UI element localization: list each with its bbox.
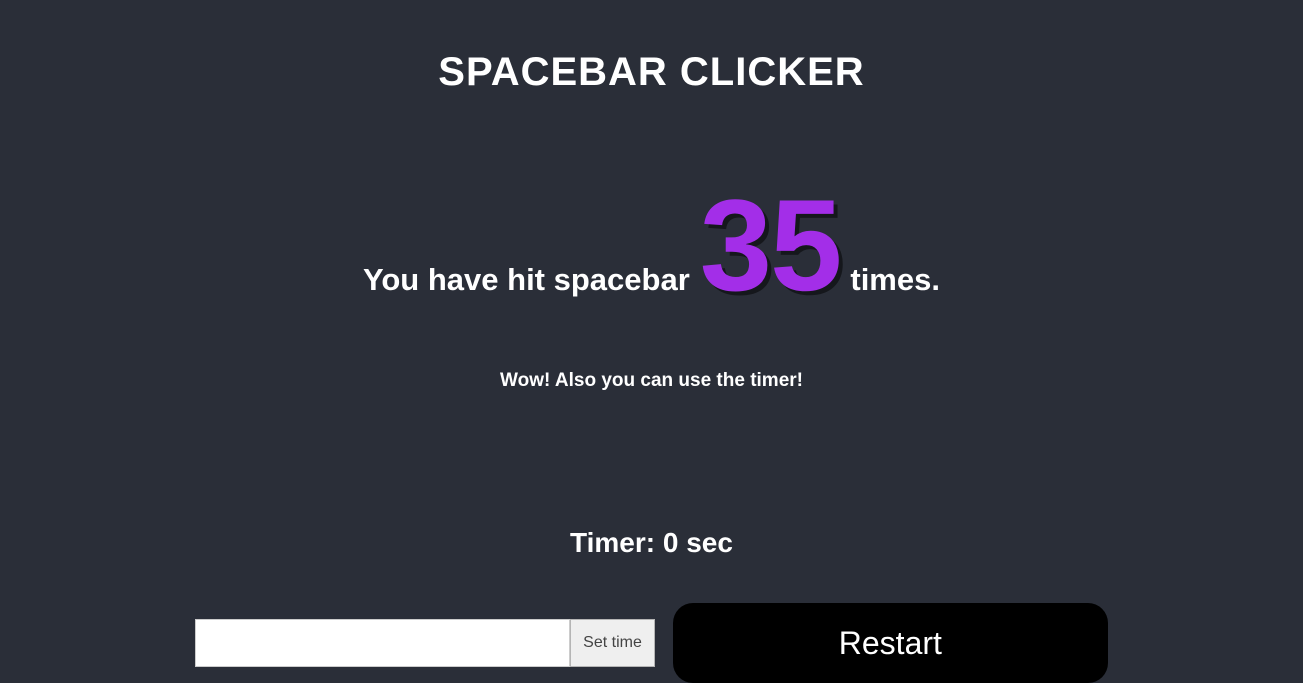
hint-text: Wow! Also you can use the timer!: [500, 370, 803, 392]
time-input-group: Set time: [195, 619, 655, 683]
counter-prefix: You have hit spacebar: [363, 262, 690, 298]
set-time-button[interactable]: Set time: [570, 619, 655, 667]
counter-value: 35: [700, 180, 841, 310]
page-title: SPACEBAR CLICKER: [438, 50, 864, 95]
counter-suffix: times.: [850, 262, 940, 298]
counter-line: You have hit spacebar 35 times.: [363, 180, 940, 310]
time-input[interactable]: [195, 619, 570, 667]
restart-button[interactable]: Restart: [673, 603, 1108, 683]
timer-label: Timer: 0 sec: [570, 527, 733, 559]
controls-row: Set time Restart: [185, 619, 1118, 683]
